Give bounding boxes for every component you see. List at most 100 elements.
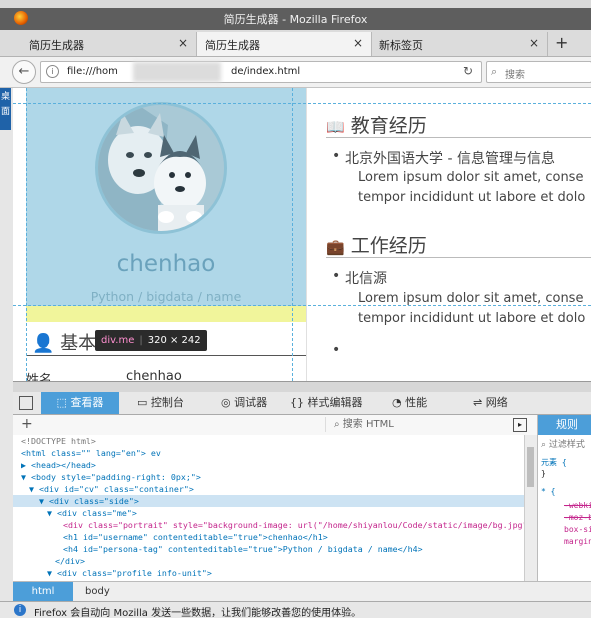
padding-highlight: [26, 306, 306, 322]
username[interactable]: chenhao: [26, 251, 306, 277]
tab-bar: 简历生成器 × 简历生成器 × 新标签页 × +: [0, 30, 591, 57]
lorem-line-2: tempor incididunt ut labore et dolo: [358, 190, 586, 205]
highlighter-infobar: div.me | 320 × 242: [95, 330, 207, 351]
navigation-bar: ← i file:///hom de/index.html ↻ ⌕ 搜索: [0, 57, 591, 88]
work-item: • 北信源: [332, 268, 387, 288]
tab-resume-1[interactable]: 简历生成器 ×: [21, 32, 197, 56]
book-icon: 📖: [326, 118, 345, 136]
info-icon[interactable]: i: [46, 65, 59, 78]
tab-resume-2[interactable]: 简历生成器 ×: [196, 32, 372, 56]
tab-debugger[interactable]: ◎ 调试器: [221, 392, 267, 414]
tab-new-tab[interactable]: 新标签页 ×: [371, 32, 548, 56]
markup-text: ▶ <head></head>: [21, 460, 96, 470]
markup-text: <html class="" lang="en"> ev: [21, 448, 161, 458]
markup-line[interactable]: ▼ <div class="profile info-unit">: [47, 567, 212, 579]
tab-label: 新标签页: [379, 39, 423, 52]
rule-line: -moz-b: [564, 513, 591, 522]
markup-line[interactable]: ▼ <div id="cv" class="container">: [29, 483, 194, 495]
rule-line: box-si: [564, 525, 591, 534]
search-box[interactable]: ⌕ 搜索: [486, 61, 591, 83]
pick-element-icon[interactable]: [19, 396, 33, 410]
window-title: 简历生成器 - Mozilla Firefox: [223, 13, 368, 26]
work-item-text: 北信源: [345, 271, 387, 287]
rules-filter-input[interactable]: ⌕ 过滤样式: [541, 437, 585, 450]
tab-rules[interactable]: 规则: [538, 415, 591, 435]
redacted-url-blur: [133, 62, 221, 82]
markup-text: ▼ <div class="side">: [39, 496, 139, 506]
url-bar[interactable]: i file:///hom de/index.html ↻: [40, 61, 482, 83]
markup-line[interactable]: <div class="portrait" style="background-…: [63, 519, 525, 531]
markup-line[interactable]: <html class="" lang="en"> ev: [21, 447, 161, 459]
console-icon: ▭: [137, 396, 151, 409]
tab-style-editor[interactable]: {} 样式编辑器: [290, 392, 363, 414]
back-button[interactable]: ←: [12, 60, 36, 84]
markup-line[interactable]: <h4 id="persona-tag" contenteditable="tr…: [63, 543, 423, 555]
infobar-selector: div.me: [101, 335, 135, 346]
tab-network[interactable]: ⇌ 网络: [473, 392, 508, 414]
inspector-icon: ⬚: [56, 396, 71, 409]
guide-line: [292, 88, 293, 381]
resume-main: 📖 教育经历 • 北京外国语大学 - 信息管理与信息 Lorem ipsum dol…: [323, 88, 591, 381]
info-icon: i: [14, 604, 26, 616]
markup-line[interactable]: ▼ <div class="me">: [47, 507, 137, 519]
devtools-toolbar: ⬚ 查看器 ▭ 控制台 ◎ 调试器 {} 样式编辑器 ◔ 性能 ⇌ 网络: [13, 392, 591, 415]
markup-text: ▼ <div class="profile info-unit">: [47, 568, 212, 578]
markup-line-selected[interactable]: ▼ <div class="side">: [13, 495, 525, 507]
tab-label: 性能: [405, 396, 428, 409]
rules-panel: 规则 ⌕ 过滤样式 元素 { } * { -webkit -moz-b box-…: [537, 415, 591, 581]
rule-line: -webkit: [564, 501, 591, 510]
rule-line: * {: [541, 487, 556, 496]
tab-performance[interactable]: ◔ 性能: [392, 392, 427, 414]
html-search-input[interactable]: ⌕ 搜索 HTML: [325, 417, 524, 432]
url-text-start: file:///hom: [67, 66, 118, 77]
new-tab-button[interactable]: +: [555, 33, 568, 52]
breadcrumb-html[interactable]: html: [13, 582, 73, 602]
tab-inspector[interactable]: ⬚ 查看器: [41, 392, 119, 414]
page-viewport: chenhao Python / bigdata / name 👤 基本信 姓名…: [13, 88, 591, 381]
network-icon: ⇌: [473, 396, 486, 409]
breadcrumb-body[interactable]: body: [85, 582, 110, 602]
markup-line[interactable]: ▼ <body style="padding-right: 0px;">: [21, 471, 201, 483]
section-divider: [326, 137, 591, 138]
markup-text: <!DOCTYPE html>: [21, 436, 96, 446]
persona-tag[interactable]: Python / bigdata / name: [26, 289, 306, 304]
markup-text: </div>: [55, 556, 85, 566]
markup-text: <h1 id="username" contenteditable="true"…: [63, 532, 328, 542]
tab-label: 控制台: [150, 396, 184, 409]
close-tab-icon[interactable]: ×: [353, 36, 363, 50]
reload-icon[interactable]: ↻: [463, 64, 473, 78]
markup-scrollbar[interactable]: [524, 435, 537, 581]
markup-line[interactable]: <!DOCTYPE html>: [21, 435, 96, 447]
breadcrumbs: html body: [13, 581, 591, 602]
devtools-splitter[interactable]: [13, 381, 591, 392]
notification-bar: i Firefox 会自动向 Mozilla 发送一些数据，让我们能够改善您的使…: [0, 601, 591, 619]
tab-label: 简历生成器: [29, 39, 84, 52]
education-item: • 北京外国语大学 - 信息管理与信息: [332, 148, 555, 168]
markup-line[interactable]: <h1 id="username" contenteditable="true"…: [63, 531, 328, 543]
top-system-strip: [0, 0, 591, 8]
rule-line: }: [541, 469, 546, 478]
basic-row-key: 姓名: [26, 373, 53, 381]
search-icon: ⌕: [491, 65, 498, 78]
close-tab-icon[interactable]: ×: [178, 36, 188, 50]
scroll-thumb[interactable]: [527, 447, 534, 487]
rule-line: 元素 {: [541, 458, 567, 467]
portrait: [95, 102, 227, 234]
sidebar-toggle-icon[interactable]: ▸: [513, 418, 527, 432]
markup-text: ▼ <div class="me">: [47, 508, 137, 518]
add-node-icon[interactable]: +: [21, 416, 33, 432]
markup-view: <!DOCTYPE html> <html class="" lang="en"…: [13, 435, 525, 581]
markup-line[interactable]: </div>: [55, 555, 85, 567]
bullet: •: [332, 148, 341, 164]
markup-text: <div class="portrait" style="background-…: [63, 520, 525, 530]
window-titlebar: 简历生成器 - Mozilla Firefox: [0, 0, 591, 30]
guide-line: [13, 305, 591, 306]
me-block-highlight: chenhao Python / bigdata / name: [26, 88, 306, 306]
rules-filter-placeholder: 过滤样式: [548, 440, 585, 450]
tab-console[interactable]: ▭ 控制台: [137, 392, 184, 414]
close-tab-icon[interactable]: ×: [529, 36, 539, 50]
bullet: •: [332, 268, 341, 284]
tab-label: 调试器: [234, 396, 268, 409]
markup-line[interactable]: ▶ <head></head>: [21, 459, 96, 471]
lorem-line-1: Lorem ipsum dolor sit amet, conse: [358, 291, 584, 306]
